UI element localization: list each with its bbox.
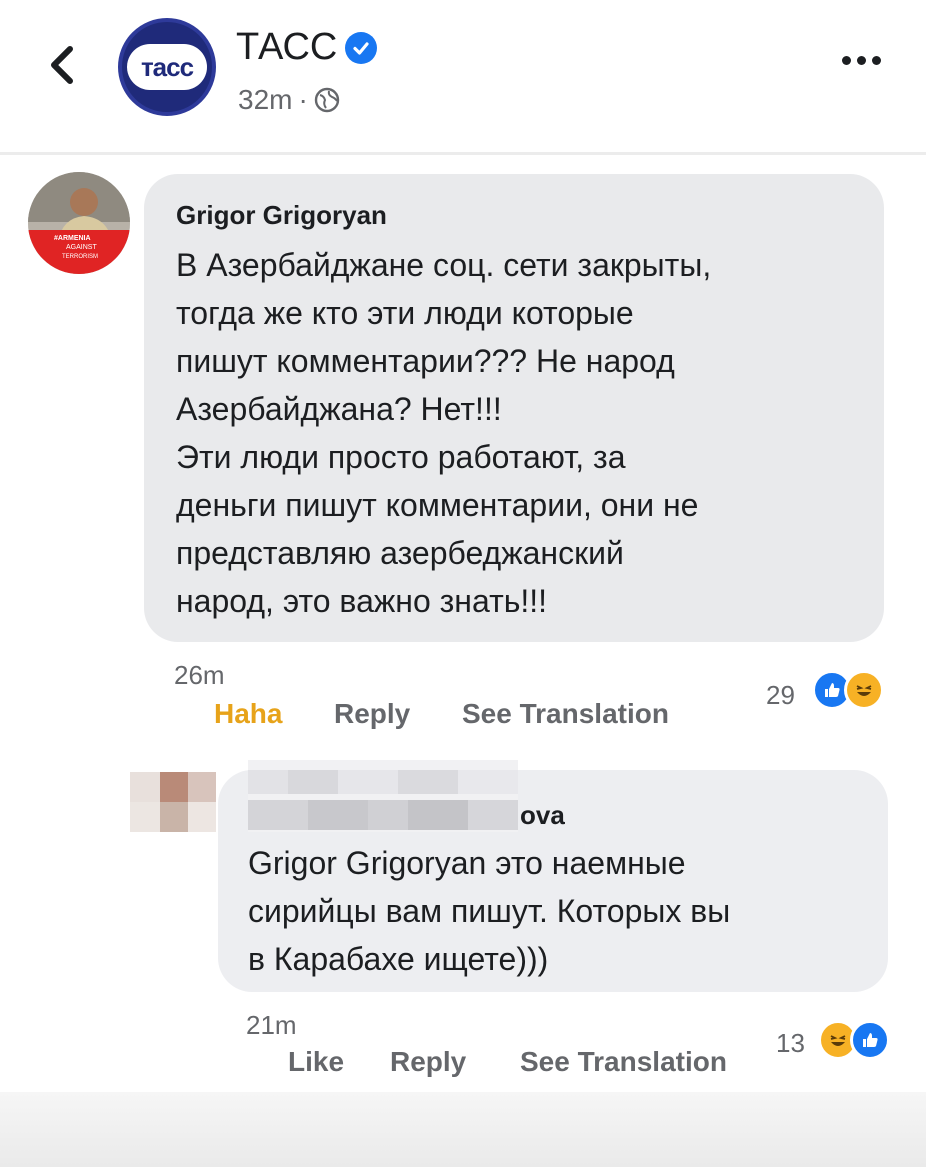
comment-text: В Азербайджане соц. сети закрыты, тогда … [176, 247, 712, 619]
replier-avatar-blurred[interactable] [130, 772, 216, 832]
like-button[interactable]: Like [288, 1046, 344, 1078]
haha-reaction-icon [844, 670, 884, 710]
reaction-count[interactable]: 29 [766, 680, 795, 711]
avatar-badge-line: AGAINST [66, 244, 97, 251]
comment-time[interactable]: 26m [174, 660, 225, 691]
back-button[interactable] [36, 40, 86, 90]
avatar-badge-line: TERRORISM [62, 254, 98, 260]
page-name[interactable]: ТАСС [236, 26, 378, 69]
page-avatar-logo[interactable]: тасс [118, 18, 216, 116]
reaction-summary[interactable] [818, 1020, 890, 1060]
logo-text: тасс [140, 51, 194, 82]
comment-author[interactable]: Grigor Grigoryan [176, 200, 852, 231]
commenter-avatar[interactable]: #ARMENIA AGAINST TERRORISM [28, 172, 130, 274]
reply-time[interactable]: 21m [246, 1010, 297, 1041]
see-translation-button[interactable]: See Translation [462, 698, 669, 730]
reply-button[interactable]: Reply [390, 1046, 466, 1078]
reaction-count[interactable]: 13 [776, 1028, 805, 1059]
see-translation-button[interactable]: See Translation [520, 1046, 727, 1078]
dot-icon [872, 56, 881, 65]
avatar-badge-line: #ARMENIA [54, 235, 91, 242]
verified-badge-icon [345, 31, 378, 64]
reaction-summary[interactable] [812, 670, 884, 710]
comment-bubble: Grigor Grigoryan В Азербайджане соц. сет… [144, 174, 884, 642]
reply-button[interactable]: Reply [334, 698, 410, 730]
reply-text: Grigor Grigoryan это наемные сирийцы вам… [248, 845, 731, 977]
reply-author[interactable]: ova [520, 800, 858, 831]
page-name-text[interactable]: ТАСС [236, 26, 337, 69]
globe-icon [314, 87, 339, 113]
avatar-photo: #ARMENIA AGAINST TERRORISM [28, 172, 130, 274]
dot-icon [857, 56, 866, 65]
post-time[interactable]: 32m [238, 84, 292, 116]
meta-separator: · [298, 84, 308, 115]
more-options-button[interactable] [842, 56, 881, 65]
haha-reaction-button[interactable]: Haha [214, 698, 282, 730]
bottom-bar [0, 1092, 926, 1167]
dot-icon [842, 56, 851, 65]
post-meta: 32m · [238, 84, 340, 116]
like-reaction-icon [850, 1020, 890, 1060]
author-name-blurred [248, 760, 518, 832]
chevron-left-icon [51, 46, 73, 84]
